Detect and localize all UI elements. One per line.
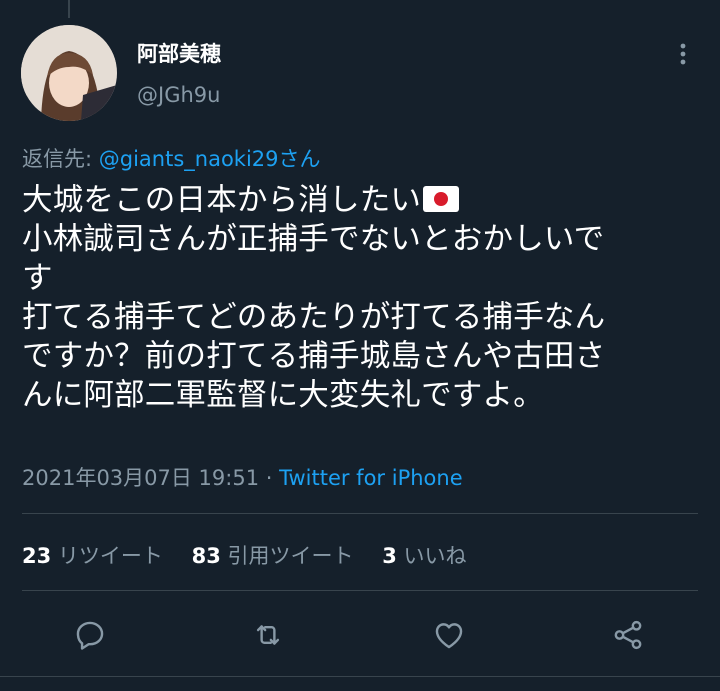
like-icon[interactable] <box>432 618 466 652</box>
likes-label: いいね <box>396 544 467 568</box>
quotes-stat[interactable]: 83 引用ツイート <box>192 544 354 568</box>
reply-context: 返信先: @giants_naoki29さん <box>22 143 321 173</box>
divider <box>22 590 698 591</box>
source-link[interactable]: Twitter for iPhone <box>279 466 463 490</box>
retweets-count: 23 <box>22 544 52 568</box>
tweet-line-text: 大城をこの日本から消したい <box>22 183 422 218</box>
divider <box>22 513 698 514</box>
likes-stat[interactable]: 3 いいね <box>382 544 466 568</box>
quotes-label: 引用ツイート <box>220 544 354 568</box>
likes-count: 3 <box>382 544 397 568</box>
tweet-meta: 2021年03月07日 19:51 · Twitter for iPhone <box>22 462 463 492</box>
retweet-icon[interactable] <box>251 618 285 652</box>
display-name[interactable]: 阿部美穂 <box>137 38 221 68</box>
thread-connector-line <box>68 0 70 18</box>
timestamp[interactable]: 2021年03月07日 19:51 <box>22 466 259 490</box>
retweets-label: リツイート <box>51 544 163 568</box>
tweet-line-5: ですか？前の打てる捕手城島さんや古田さ <box>22 339 606 374</box>
avatar-image <box>21 25 117 121</box>
tweet-line-1: 大城をこの日本から消したい <box>22 181 692 220</box>
reply-mention-link[interactable]: @giants_naoki29さん <box>99 147 321 171</box>
meta-separator: · <box>259 466 280 490</box>
more-vertical-icon[interactable] <box>672 42 694 68</box>
avatar[interactable] <box>21 25 117 121</box>
tweet-line-3: す <box>22 261 53 296</box>
reply-icon[interactable] <box>73 618 107 652</box>
quotes-count: 83 <box>191 544 221 568</box>
tweet-line-4: 打てる捕手てどのあたりが打てる捕手なん <box>22 300 606 335</box>
retweets-stat[interactable]: 23 リツイート <box>22 544 163 568</box>
reply-prefix: 返信先: <box>22 147 99 171</box>
share-icon[interactable] <box>611 618 645 652</box>
divider <box>0 676 720 677</box>
user-handle[interactable]: @JGh9u <box>137 83 220 107</box>
tweet-text: 大城をこの日本から消したい 小林誠司さんが正捕手でないとおかしいで す 打てる捕… <box>22 181 692 415</box>
japan-flag-emoji-icon <box>423 186 460 212</box>
tweet-line-2: 小林誠司さんが正捕手でないとおかしいで <box>22 222 605 257</box>
tweet-stats: 23 リツイート 83 引用ツイート 3 いいね <box>22 540 489 570</box>
action-bar <box>0 618 720 652</box>
tweet-line-6: んに阿部二軍監督に大変失礼ですよ。 <box>22 378 544 413</box>
